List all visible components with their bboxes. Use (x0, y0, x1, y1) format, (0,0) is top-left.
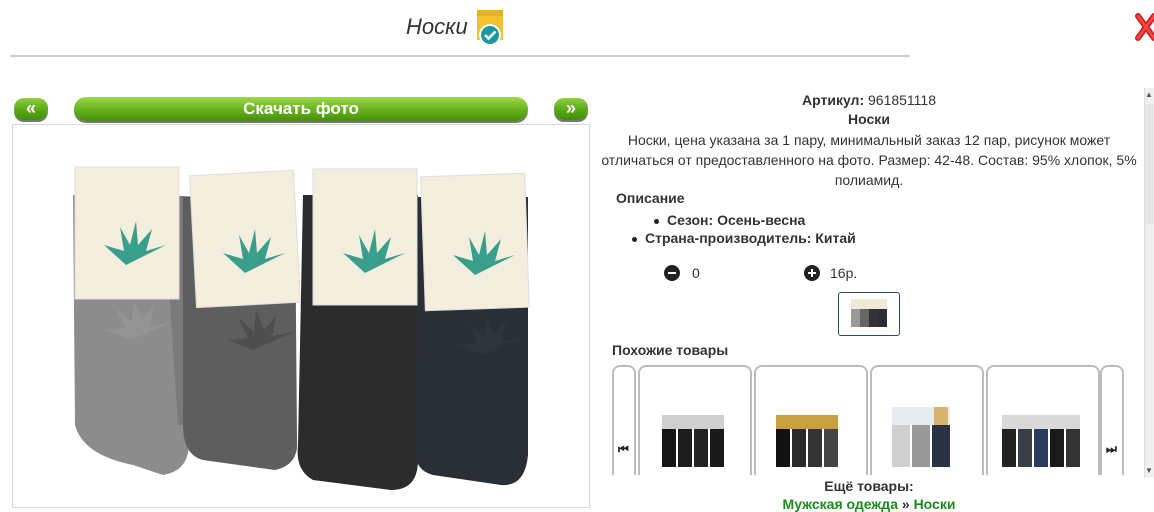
property-item: Сезон: Осень-весна (654, 211, 878, 229)
download-photo-button[interactable]: Скачать фото (74, 97, 528, 121)
more-products-heading: Ещё товары: (824, 478, 914, 494)
next-photo-button[interactable]: » (554, 98, 588, 120)
price-value: 16р. (830, 265, 858, 281)
article-line: Артикул: 961851118 (594, 92, 1144, 108)
carousel-next-button[interactable]: ⏭ (1100, 365, 1124, 475)
minus-icon[interactable] (664, 265, 680, 281)
similar-carousel: ⏮ ⏭ (612, 365, 1126, 475)
similar-item[interactable] (638, 365, 752, 475)
similar-item-image (662, 415, 724, 467)
prev-photo-button[interactable]: « (14, 98, 48, 120)
similar-item-image (776, 415, 838, 467)
scrollbar-thumb[interactable] (1145, 104, 1153, 224)
product-name: Носки (848, 111, 890, 127)
similar-item[interactable] (870, 365, 984, 475)
close-icon[interactable] (1134, 12, 1154, 42)
header-divider (10, 55, 910, 57)
skip-forward-icon: ⏭ (1106, 442, 1117, 456)
skip-back-icon: ⏮ (618, 442, 629, 456)
bullet-icon (654, 218, 659, 224)
page-title: Носки (406, 14, 468, 39)
description-heading: Описание (616, 190, 685, 206)
socks-illustration (73, 166, 530, 490)
plus-icon[interactable] (804, 265, 820, 281)
similar-heading: Похожие товары (612, 342, 729, 358)
carousel-prev-button[interactable]: ⏮ (612, 365, 636, 475)
property-list: Сезон: Осень-весна Страна-производитель:… (632, 211, 856, 247)
product-photo (12, 124, 590, 508)
article-label: Артикул: (802, 92, 865, 108)
article-value: 961851118 (868, 92, 936, 108)
scroll-down-icon[interactable]: ▼ (1144, 466, 1154, 476)
quantity-stepper: 0 16р. (664, 264, 964, 286)
similar-item[interactable] (986, 365, 1100, 475)
bullet-icon (632, 236, 637, 242)
photo-thumbnail[interactable] (838, 292, 900, 336)
scroll-up-icon[interactable]: ▲ (1144, 90, 1154, 100)
verified-badge-icon (477, 10, 503, 46)
similar-item-image (892, 407, 950, 467)
similar-item[interactable] (754, 365, 868, 475)
quantity-value: 0 (692, 265, 700, 281)
thumbnail-image (851, 299, 887, 327)
similar-item-image (1002, 415, 1080, 467)
property-item: Страна-производитель: Китай (632, 229, 856, 247)
product-description: Носки, цена указана за 1 пару, минимальн… (601, 132, 1137, 188)
